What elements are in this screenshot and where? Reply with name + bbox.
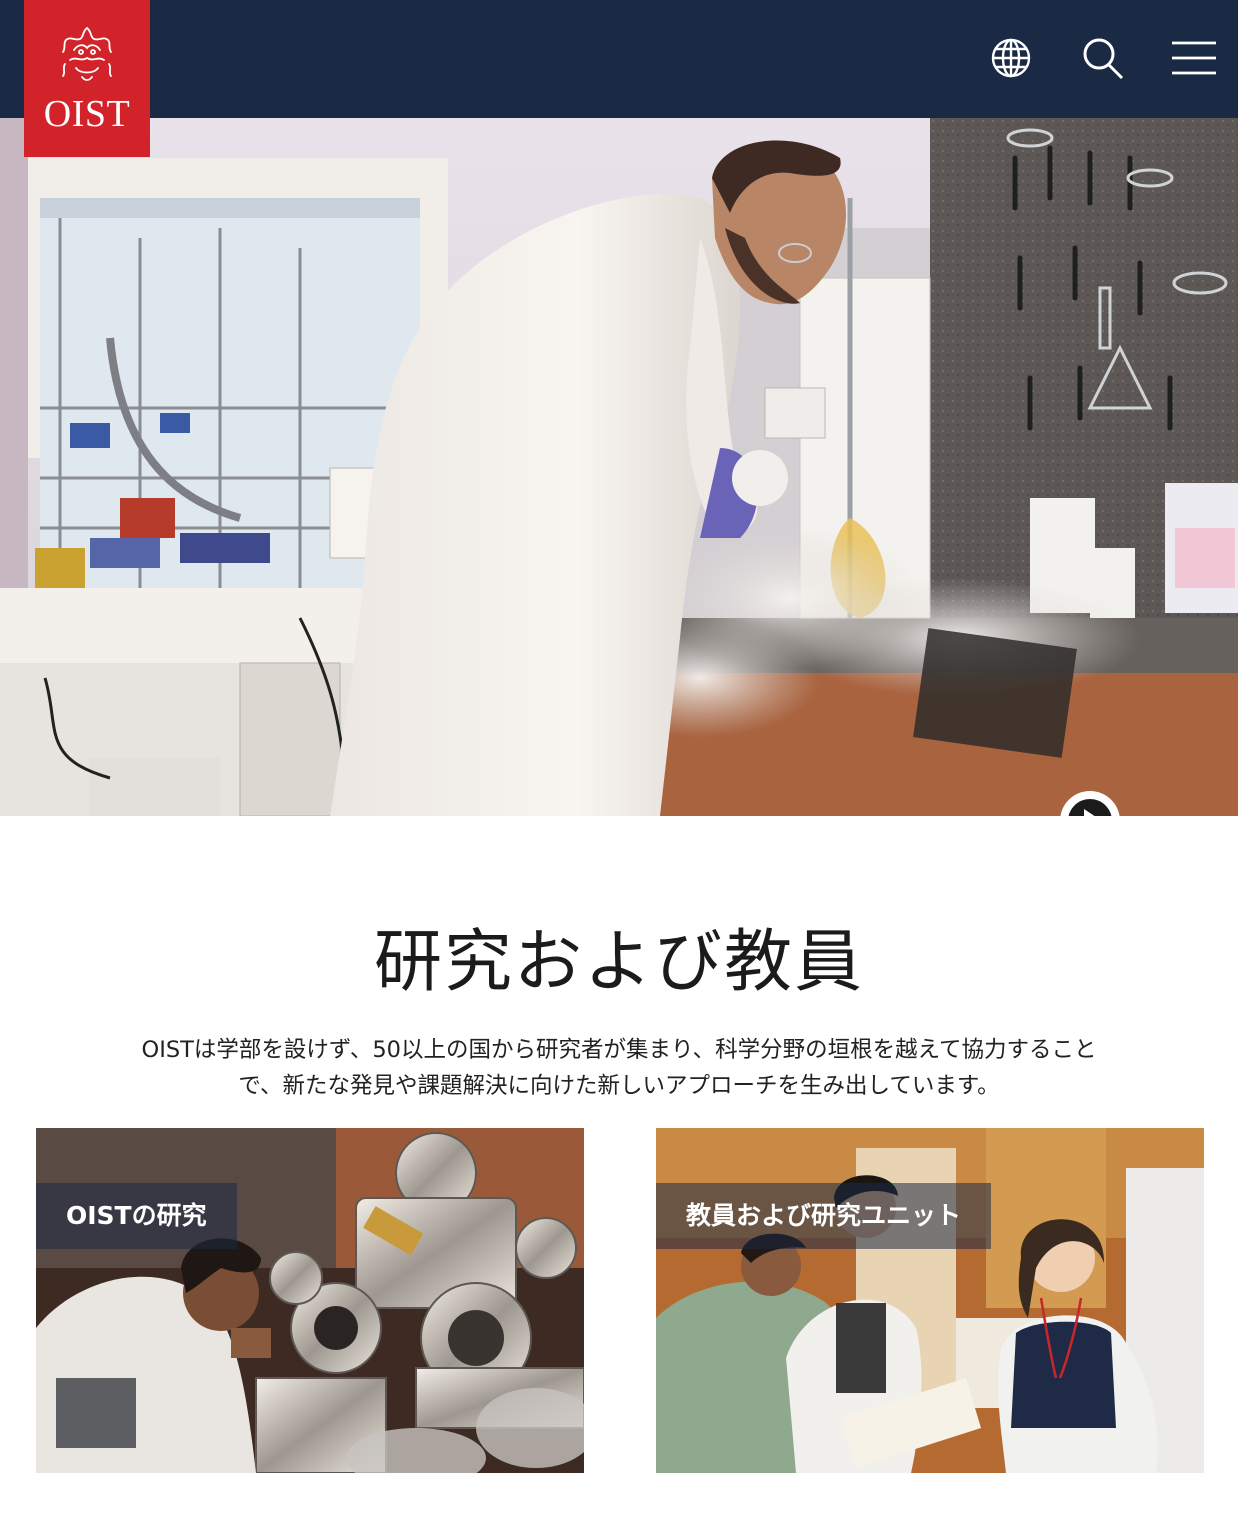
card-label: 教員および研究ユニット (656, 1183, 992, 1249)
research-equipment-image (36, 1128, 584, 1473)
play-video-button[interactable] (1060, 791, 1120, 816)
section-title: 研究および教員 (373, 923, 864, 1002)
language-globe-icon[interactable] (987, 34, 1035, 82)
hero-video[interactable] (0, 118, 1238, 816)
section-description: OISTは学部を設けず、50以上の国から研究者が集まり、科学分野の垣根を越えて協… (100, 1032, 1138, 1104)
menu-icon[interactable] (1170, 34, 1218, 82)
logo-wordmark: OIST (43, 93, 131, 135)
play-icon (1063, 794, 1117, 816)
faculty-lab-image (656, 1128, 1204, 1473)
description-line-1: OISTは学部を設けず、50以上の国から研究者が集まり、科学分野の垣根を越えて協… (141, 1037, 1097, 1063)
card-label: OISTの研究 (36, 1183, 237, 1249)
search-icon[interactable] (1078, 34, 1126, 82)
oist-logo[interactable]: OIST (24, 0, 150, 157)
dragon-crest-icon (62, 27, 112, 81)
hero-lab-image (0, 118, 1238, 816)
card-faculty-research-units[interactable]: 教員および研究ユニット (656, 1128, 1204, 1473)
card-oist-research[interactable]: OISTの研究 (36, 1128, 584, 1473)
description-line-2: で、新たな発見や課題解決に向けた新しいアプローチを生み出しています。 (238, 1073, 1000, 1099)
site-header (0, 0, 1238, 118)
